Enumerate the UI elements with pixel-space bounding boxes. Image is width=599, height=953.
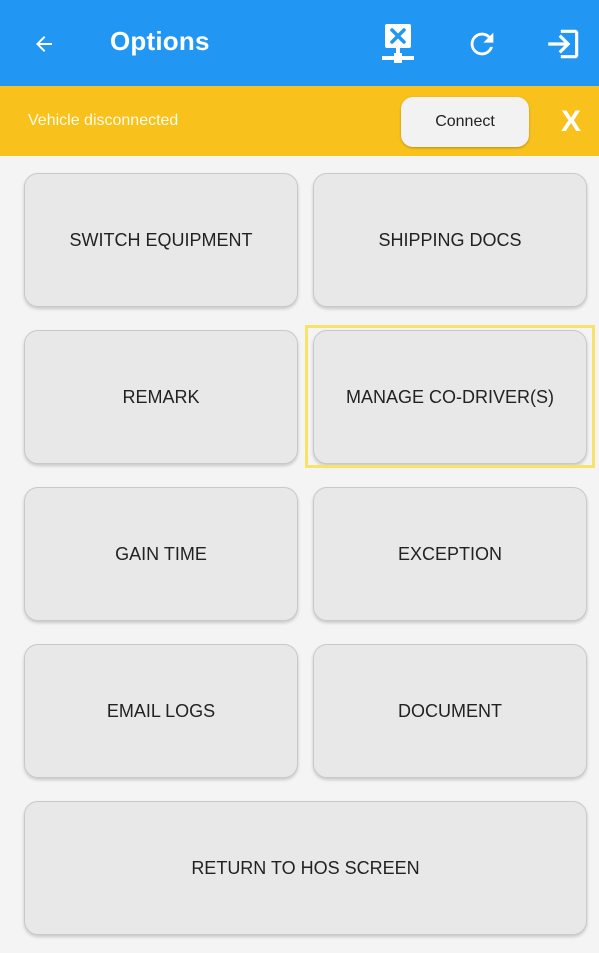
exception-button[interactable]: EXCEPTION	[313, 487, 587, 621]
email-logs-button[interactable]: EMAIL LOGS	[24, 644, 298, 778]
back-arrow-icon	[36, 36, 52, 52]
disconnect-network-icon	[382, 24, 414, 63]
return-to-hos-screen-button[interactable]: RETURN TO HOS SCREEN	[24, 801, 587, 935]
logout-icon	[548, 29, 579, 59]
back-button[interactable]	[22, 22, 66, 66]
remark-button[interactable]: REMARK	[24, 330, 298, 464]
connection-banner: Vehicle disconnected Connect X	[0, 86, 599, 156]
connection-status-text: Vehicle disconnected	[28, 112, 179, 129]
refresh-button[interactable]	[458, 20, 506, 68]
page-title: Options	[110, 26, 210, 56]
document-button[interactable]: DOCUMENT	[313, 644, 587, 778]
gain-time-button[interactable]: GAIN TIME	[24, 487, 298, 621]
disconnect-button[interactable]	[374, 20, 422, 68]
focus-highlight	[305, 325, 595, 468]
refresh-icon	[470, 32, 494, 56]
switch-equipment-button[interactable]: SWITCH EQUIPMENT	[24, 173, 298, 307]
app-bar: Options	[0, 0, 599, 86]
logout-button[interactable]	[540, 20, 588, 68]
dismiss-banner-button[interactable]: X	[553, 105, 589, 138]
connect-button[interactable]: Connect	[401, 97, 529, 147]
shipping-docs-button[interactable]: SHIPPING DOCS	[313, 173, 587, 307]
